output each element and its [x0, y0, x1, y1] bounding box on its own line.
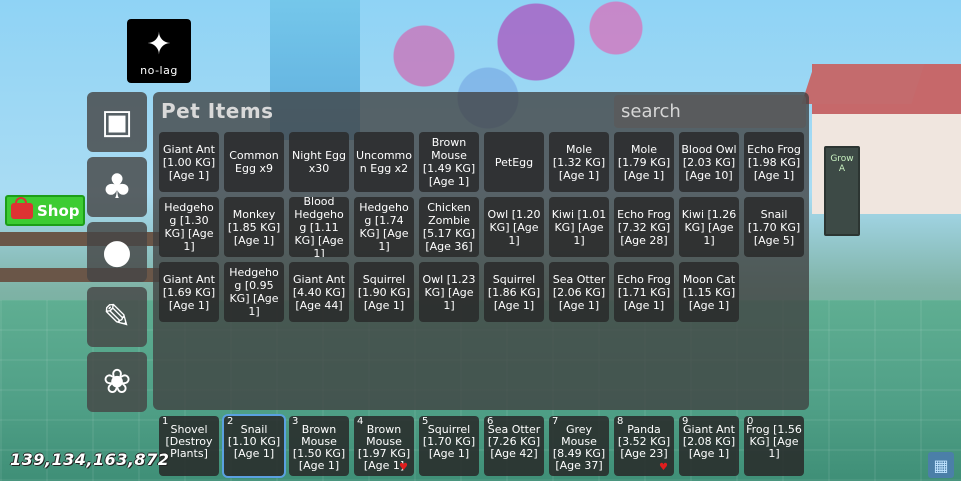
hotbar-slot-label: Frog [1.56 KG] [Age 1]	[746, 423, 802, 460]
hotbar-slot-2[interactable]: 2 Snail [1.10 KG] [Age 1]	[224, 416, 284, 476]
inventory-slot[interactable]: Snail [1.70 KG] [Age 5]	[744, 197, 804, 257]
inventory-slot[interactable]: Squirrel [1.90 KG] [Age 1]	[354, 262, 414, 322]
hotbar-slot-4[interactable]: 4 Brown Mouse [1.97 KG] [Age 1] ♥	[354, 416, 414, 476]
hotbar-slot-number: 6	[487, 416, 494, 427]
panel-title: Pet Items	[161, 99, 274, 123]
search-input[interactable]	[614, 95, 806, 128]
butterfly-icon: ✦	[146, 27, 172, 62]
pets-button[interactable]: ❀	[87, 352, 147, 412]
inventory-slot[interactable]: PetEgg	[484, 132, 544, 192]
tomato-icon: ●	[102, 232, 132, 272]
money-counter: 139,134,163,872	[10, 450, 170, 469]
inventory-slot[interactable]: Common Egg x9	[224, 132, 284, 192]
hotbar-slot-label: Brown Mouse [1.50 KG] [Age 1]	[292, 423, 346, 472]
hotbar-slot-label: Grey Mouse [8.49 KG] [Age 37]	[552, 423, 606, 472]
hotbar-slot-label: Snail [1.10 KG] [Age 1]	[227, 423, 281, 460]
box-icon: ▣	[100, 102, 134, 142]
hotbar-slot-5[interactable]: 5 Squirrel [1.70 KG] [Age 1]	[419, 416, 479, 476]
hotbar-slot-9[interactable]: 9 Giant Ant [2.08 KG] [Age 1]	[679, 416, 739, 476]
hotbar-slot-number: 2	[227, 416, 234, 427]
hotbar-slot-number: 3	[292, 416, 299, 427]
inventory-slot[interactable]: Echo Frog [1.71 KG] [Age 1]	[614, 262, 674, 322]
sprout-icon: ♣	[101, 167, 133, 207]
house-roof	[801, 64, 925, 104]
inventory-slot[interactable]: Uncommon Egg x2	[354, 132, 414, 192]
inventory-slot[interactable]: Squirrel [1.86 KG] [Age 1]	[484, 262, 544, 322]
hotbar-slot-number: 9	[682, 416, 689, 427]
basket-icon	[11, 196, 33, 219]
inventory-slot[interactable]: Blood Owl [2.03 KG] [Age 10]	[679, 132, 739, 192]
inventory-slot[interactable]: Night Egg x30	[289, 132, 349, 192]
hotbar-slot-label: Giant Ant [2.08 KG] [Age 1]	[682, 423, 736, 460]
hotbar: 1 Shovel [Destroy Plants] 2 Snail [1.10 KG]…	[159, 416, 804, 476]
inventory-slot[interactable]: Chicken Zombie [5.17 KG] [Age 36]	[419, 197, 479, 257]
no-lag-label: no-lag	[140, 64, 178, 77]
hotbar-slot-number: 5	[422, 416, 429, 427]
inventory-slot[interactable]: Sea Otter [2.06 KG] [Age 1]	[549, 262, 609, 322]
inventory-slot[interactable]: Echo Frog [1.98 KG] [Age 1]	[744, 132, 804, 192]
inventory-slot[interactable]: Moon Cat [1.15 KG] [Age 1]	[679, 262, 739, 322]
inventory-slot[interactable]: Brown Mouse [1.49 KG] [Age 1]	[419, 132, 479, 192]
hotbar-slot-7[interactable]: 7 Grey Mouse [8.49 KG] [Age 37]	[549, 416, 609, 476]
inventory-slot[interactable]: Echo Frog [7.32 KG] [Age 28]	[614, 197, 674, 257]
inventory-slot[interactable]: Hedgehog [0.95 KG] [Age 1]	[224, 262, 284, 322]
hotbar-slot-number: 0	[747, 416, 754, 427]
crops-button[interactable]: ●	[87, 222, 147, 282]
inventory-slot[interactable]: Blood Hedgehog [1.11 KG] [Age 1]	[289, 197, 349, 257]
inventory-slot[interactable]: Monkey [1.85 KG] [Age 1]	[224, 197, 284, 257]
shop-button[interactable]: Shop	[5, 195, 85, 226]
favorite-heart-icon: ♥	[399, 462, 408, 473]
hotbar-slot-label: Panda [3.52 KG] [Age 23]	[617, 423, 671, 460]
wrench-icon: ✎	[102, 297, 132, 337]
hotbar-slot-number: 7	[552, 416, 559, 427]
pet-items-panel: Pet Items Giant Ant [1.00 KG] [Age 1]Com…	[153, 92, 809, 410]
hotbar-slot-label: Squirrel [1.70 KG] [Age 1]	[422, 423, 476, 460]
backpack-icon[interactable]: ▦	[928, 452, 954, 478]
shop-label: Shop	[37, 201, 80, 220]
hotbar-slot-number: 4	[357, 416, 364, 427]
inventory-slot[interactable]: Mole [1.79 KG] [Age 1]	[614, 132, 674, 192]
inventory-slot[interactable]: Hedgehog [1.30 KG] [Age 1]	[159, 197, 219, 257]
inventory-slot[interactable]: Kiwi [1.26 KG] [Age 1]	[679, 197, 739, 257]
inventory-slot[interactable]: Giant Ant [1.00 KG] [Age 1]	[159, 132, 219, 192]
hotbar-slot-0[interactable]: 0 Frog [1.56 KG] [Age 1]	[744, 416, 804, 476]
hotbar-slot-label: Sea Otter [7.26 KG] [Age 42]	[487, 423, 541, 460]
inventory-slot[interactable]: Giant Ant [4.40 KG] [Age 44]	[289, 262, 349, 322]
inventory-button[interactable]: ▣	[87, 92, 147, 152]
paw-icon: ❀	[102, 362, 132, 402]
inventory-slot[interactable]: Giant Ant [1.69 KG] [Age 1]	[159, 262, 219, 322]
favorite-heart-icon: ♥	[659, 462, 668, 473]
inventory-slot[interactable]: Kiwi [1.01 KG] [Age 1]	[549, 197, 609, 257]
hotbar-slot-3[interactable]: 3 Brown Mouse [1.50 KG] [Age 1]	[289, 416, 349, 476]
hotbar-slot-6[interactable]: 6 Sea Otter [7.26 KG] [Age 42]	[484, 416, 544, 476]
no-lag-logo[interactable]: ✦ no-lag	[127, 19, 191, 83]
inventory-slot[interactable]: Mole [1.32 KG] [Age 1]	[549, 132, 609, 192]
house-sign: Grow A	[824, 146, 860, 236]
inventory-slot[interactable]: Hedgehog [1.74 KG] [Age 1]	[354, 197, 414, 257]
hotbar-slot-number: 8	[617, 416, 624, 427]
seeds-button[interactable]: ♣	[87, 157, 147, 217]
house-sign-text: Grow A	[830, 154, 854, 174]
inventory-slot[interactable]: Owl [1.20 KG] [Age 1]	[484, 197, 544, 257]
inventory-slot[interactable]: Owl [1.23 KG] [Age 1]	[419, 262, 479, 322]
side-menu: ▣ ♣ ● ✎ ❀	[87, 92, 147, 417]
gear-button[interactable]: ✎	[87, 287, 147, 347]
hotbar-slot-8[interactable]: 8 Panda [3.52 KG] [Age 23] ♥	[614, 416, 674, 476]
hotbar-slot-number: 1	[162, 416, 169, 427]
item-grid: Giant Ant [1.00 KG] [Age 1] Common Egg x9…	[159, 132, 807, 322]
